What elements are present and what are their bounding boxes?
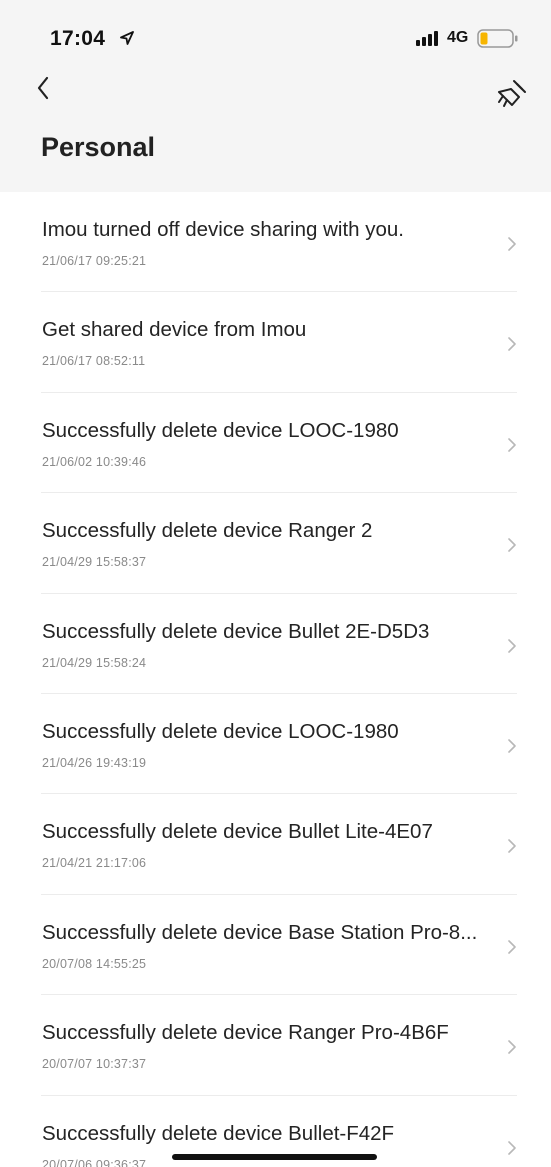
chevron-right-icon <box>508 437 516 452</box>
message-title: Imou turned off device sharing with you. <box>42 218 404 241</box>
chevron-right-icon <box>508 939 516 954</box>
chevron-right-icon <box>508 538 516 552</box>
chevron-right-icon <box>508 739 516 753</box>
cellular-signal-icon <box>416 31 438 46</box>
header: 17:04 4G Personal <box>0 0 551 192</box>
battery-low-icon <box>477 29 518 48</box>
message-title: Successfully delete device Bullet-F42F <box>42 1121 395 1145</box>
location-arrow-icon <box>120 31 134 45</box>
message-row[interactable]: Successfully delete device Bullet 2E-D5D… <box>0 594 551 695</box>
message-time: 20/07/06 09:36:37 <box>42 1157 147 1167</box>
message-row[interactable]: Successfully delete device Bullet Lite-4… <box>0 794 551 896</box>
message-row[interactable]: Get shared device from Imou 21/06/17 08:… <box>0 292 551 394</box>
network-type: 4G <box>447 29 469 46</box>
message-row[interactable]: Successfully delete device LOOC-1980 21/… <box>0 694 551 795</box>
message-title: Get shared device from Imou <box>42 318 307 342</box>
message-time: 20/07/07 10:37:37 <box>42 1057 147 1072</box>
chevron-right-icon <box>508 638 516 653</box>
message-title: Successfully delete device LOOC-1980 <box>42 719 399 743</box>
message-row[interactable]: Imou turned off device sharing with you.… <box>0 192 551 293</box>
message-row[interactable]: Successfully delete device Ranger Pro-4B… <box>0 995 551 1096</box>
status-bar: 17:04 4G <box>0 0 551 70</box>
chevron-right-icon <box>508 337 516 352</box>
page-title: Personal <box>41 132 156 162</box>
message-title: Successfully delete device Ranger 2 <box>42 519 373 543</box>
chevron-right-icon <box>508 1140 516 1155</box>
message-row[interactable]: Successfully delete device Base Station … <box>0 895 551 996</box>
message-title: Successfully delete device LOOC-1980 <box>42 418 399 442</box>
message-time: 21/06/17 08:52:11 <box>42 354 146 369</box>
message-list: Imou turned off device sharing with you.… <box>0 192 551 1167</box>
message-title: Successfully delete device Base Station … <box>42 920 478 944</box>
clear-messages-button[interactable] <box>494 78 534 118</box>
chevron-right-icon <box>508 839 516 854</box>
chevron-left-icon <box>37 76 49 100</box>
message-time: 21/06/17 09:25:21 <box>42 254 147 268</box>
status-time: 17:04 <box>50 27 106 50</box>
message-title: Successfully delete device Bullet 2E-D5D… <box>42 619 430 643</box>
chevron-right-icon <box>508 237 516 251</box>
message-title: Successfully delete device Ranger Pro-4B… <box>42 1021 449 1045</box>
message-time: 21/04/21 21:17:06 <box>42 856 147 871</box>
message-row[interactable]: Successfully delete device LOOC-1980 21/… <box>0 393 551 494</box>
message-time: 21/04/29 15:58:37 <box>42 555 147 570</box>
message-row[interactable]: Successfully delete device Ranger 2 21/0… <box>0 493 551 594</box>
message-time: 20/07/08 14:55:25 <box>42 956 147 971</box>
back-button[interactable] <box>28 72 68 112</box>
message-time: 21/04/29 15:58:24 <box>42 655 147 670</box>
chevron-right-icon <box>508 1040 516 1054</box>
home-indicator[interactable] <box>172 1154 377 1160</box>
message-time: 21/06/02 10:39:46 <box>42 454 147 469</box>
message-time: 21/04/26 19:43:19 <box>42 755 147 770</box>
broom-clear-icon <box>498 80 526 107</box>
message-title: Successfully delete device Bullet Lite-4… <box>42 820 433 844</box>
